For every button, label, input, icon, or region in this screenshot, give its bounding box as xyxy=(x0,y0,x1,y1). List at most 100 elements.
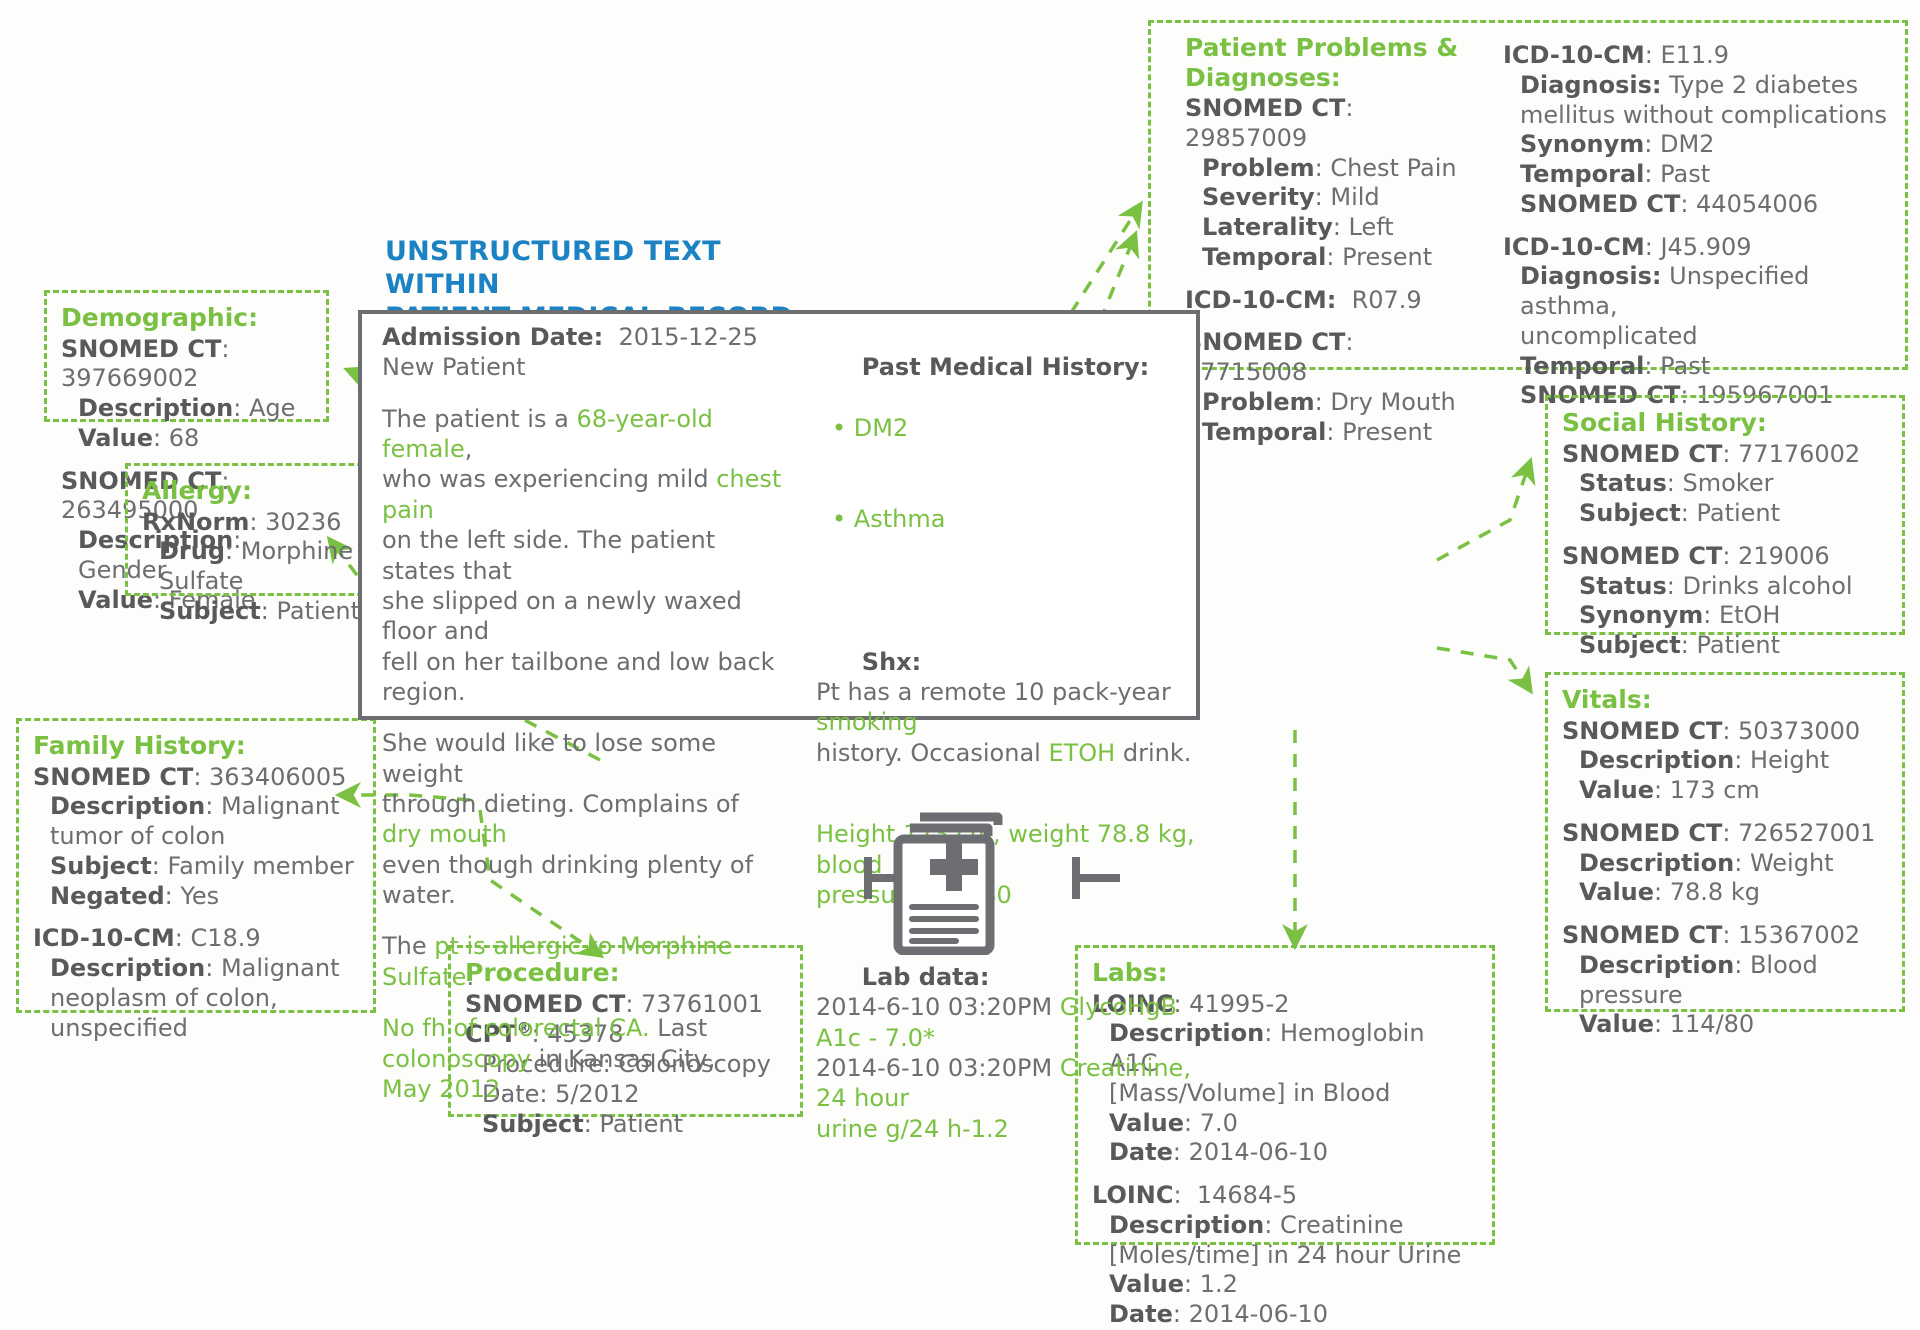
entry-group: SNOMED CT: 363406005 Description: Maligna… xyxy=(33,763,359,912)
entry-line: SNOMED CT: 219006 xyxy=(1562,542,1888,572)
entry-value: : Yes xyxy=(164,881,220,910)
entry-key: Description xyxy=(50,792,206,821)
entry-value: : Family member xyxy=(151,851,354,880)
entry-value: : 14684-5 xyxy=(1173,1181,1298,1209)
entry-key: Subject xyxy=(159,596,261,625)
shx-highlight-smoking: smoking xyxy=(816,708,918,737)
entry-key: Synonym xyxy=(1520,130,1645,159)
stem-left-cap xyxy=(864,857,872,899)
entry-line: Status: Smoker xyxy=(1562,469,1888,499)
entry-value: : 30236 xyxy=(249,507,342,536)
pmh-item-dm2: • DM2 xyxy=(832,414,909,443)
entry-key: Status xyxy=(1579,571,1667,600)
entry-line: Description: Creatinine [Moles/time] in … xyxy=(1092,1211,1478,1271)
entry-key: ICD-10-CM xyxy=(1503,232,1645,261)
entry-value: : C18.9 xyxy=(174,924,261,953)
vitals-title: Vitals: xyxy=(1562,685,1652,714)
entry-group: SNOMED CT: 87715008 Problem: Dry Mouth Tem… xyxy=(1185,328,1475,447)
family-history-title: Family History: xyxy=(33,731,246,760)
entry-line: Temporal: Past xyxy=(1503,160,1903,190)
p3-b: . xyxy=(466,962,475,991)
lab-data-label: Lab data: xyxy=(861,962,990,991)
pmh-item-0-label: DM2 xyxy=(853,414,909,443)
entry-group: SNOMED CT: 397669002 Description: Age Valu… xyxy=(61,335,312,454)
entry-group: SNOMED CT: 50373000 Description: Height Va… xyxy=(1562,717,1888,806)
p2-highlight-dry-mouth: dry mouth xyxy=(382,820,507,849)
entry-value: : DM2 xyxy=(1644,130,1715,159)
entry-line: SNOMED CT: 29857009 xyxy=(1185,94,1475,154)
entry-key: Description xyxy=(50,954,206,982)
entry-value: : Drinks alcohol xyxy=(1666,571,1853,600)
entry-value: : Patient xyxy=(1680,499,1781,527)
admission-label: Admission Date: xyxy=(382,323,604,351)
entry-value: : E11.9 xyxy=(1644,41,1730,69)
entry-value: : 2014-06-10 xyxy=(1172,1138,1329,1167)
entry-value: : 2014-06-10 xyxy=(1172,1300,1329,1328)
entry-key: Subject xyxy=(482,1109,584,1138)
narrative-paragraph-4: No fh of colorectal CA. Last colonoscopy… xyxy=(382,1013,782,1104)
vitals-body: SNOMED CT: 50373000 Description: Height Va… xyxy=(1562,717,1888,1041)
entry-line: Value: 78.8 kg xyxy=(1562,878,1888,908)
entry-line: SNOMED CT: 50373000 xyxy=(1562,717,1888,747)
entry-value: : Dry Mouth xyxy=(1314,387,1456,416)
stem-right-horizontal xyxy=(1074,874,1120,882)
entry-key: Description xyxy=(1579,848,1735,877)
allergy-box: Allergy: RxNorm: 30236 Drug: Morphine Sul… xyxy=(125,463,390,625)
lab-data-block: Lab data: 2014-6-10 03:20PM GlycoHgB A1c … xyxy=(816,931,1196,1174)
shx-label: Shx: xyxy=(861,647,922,676)
entry-value: : EtOH xyxy=(1703,601,1781,630)
entry-line: Description: Blood pressure xyxy=(1562,951,1888,1011)
entry-key: Temporal xyxy=(1202,242,1327,271)
entry-key: LOINC xyxy=(1092,1181,1174,1209)
pmh-item-asthma: • Asthma xyxy=(832,505,946,534)
problems-col1: SNOMED CT: 29857009 Problem: Chest Pain Se… xyxy=(1185,94,1475,447)
entry-line: Problem: Dry Mouth xyxy=(1185,388,1475,418)
entry-line: Description: Malignant neoplasm of colon… xyxy=(33,954,359,1043)
entry-key: SNOMED CT xyxy=(1562,439,1723,468)
entry-line: Description: Height xyxy=(1562,746,1888,776)
new-patient-text: New Patient xyxy=(382,353,526,382)
lab2-datetime: 2014-6-10 03:20PM xyxy=(816,1053,1060,1082)
social-history-box: Social History: SNOMED CT: 77176002 Statu… xyxy=(1545,395,1905,659)
entry-key: SNOMED CT xyxy=(33,762,194,791)
entry-line: Subject: Family member xyxy=(33,852,359,882)
entry-value: : 114/80 xyxy=(1654,1010,1755,1039)
p1-c: on the left side. The patient states tha… xyxy=(382,526,775,706)
entry-group: SNOMED CT: 726527001 Description: Weight V… xyxy=(1562,819,1888,908)
entry-line: Drug: Morphine Sulfate xyxy=(142,537,373,597)
entry-key: Value xyxy=(1579,1010,1655,1039)
entry-value: : Past xyxy=(1644,351,1711,380)
p3-a: The xyxy=(382,932,435,961)
entry-group: LOINC: 14684-5 Description: Creatinine [M… xyxy=(1092,1181,1478,1330)
entry-value: : Height xyxy=(1734,746,1830,775)
entry-line: Description: Age xyxy=(61,394,312,424)
entry-line: SNOMED CT: 726527001 xyxy=(1562,819,1888,849)
entry-group: ICD-10-CM: C18.9 Description: Malignant n… xyxy=(33,924,359,1043)
entry-value: : 68 xyxy=(153,423,200,452)
p2-a: She would like to lose some weight throu… xyxy=(382,729,739,819)
entry-key: Temporal xyxy=(1202,417,1327,446)
shx-a: Pt has a remote 10 pack-year xyxy=(816,677,1179,706)
entry-value: : 219006 xyxy=(1722,541,1830,570)
entry-key: SNOMED CT xyxy=(61,334,222,363)
entry-key: Severity xyxy=(1202,183,1315,212)
entry-value: : Weight xyxy=(1734,848,1834,877)
entry-line: SNOMED CT: 44054006 xyxy=(1503,190,1903,220)
entry-line: RxNorm: 30236 xyxy=(142,508,373,538)
entry-group: SNOMED CT: 29857009 Problem: Chest Pain Se… xyxy=(1185,94,1475,273)
allergy-body: RxNorm: 30236 Drug: Morphine Sulfate Subje… xyxy=(142,508,373,627)
entry-key: Description xyxy=(78,394,234,422)
problems-title: Patient Problems & Diagnoses: xyxy=(1185,33,1459,92)
admission-value: 2015-12-25 xyxy=(603,323,758,351)
entry-key: Diagnosis: xyxy=(1520,70,1662,99)
entry-value: : Mild xyxy=(1314,183,1380,212)
entry-key: ICD-10-CM xyxy=(1503,41,1645,69)
entry-value: : 1.2 xyxy=(1184,1270,1238,1299)
entry-group: SNOMED CT: 77176002 Status: Smoker Subject… xyxy=(1562,440,1888,529)
entry-line: Temporal: Present xyxy=(1185,418,1475,448)
entry-key: SNOMED CT xyxy=(1185,94,1346,122)
entry-key: Value xyxy=(1579,776,1655,804)
p4-c: . xyxy=(500,1074,508,1103)
patient-problems-box: Patient Problems & Diagnoses: SNOMED CT:… xyxy=(1148,20,1908,446)
entry-line: SNOMED CT: 77176002 xyxy=(1562,440,1888,470)
